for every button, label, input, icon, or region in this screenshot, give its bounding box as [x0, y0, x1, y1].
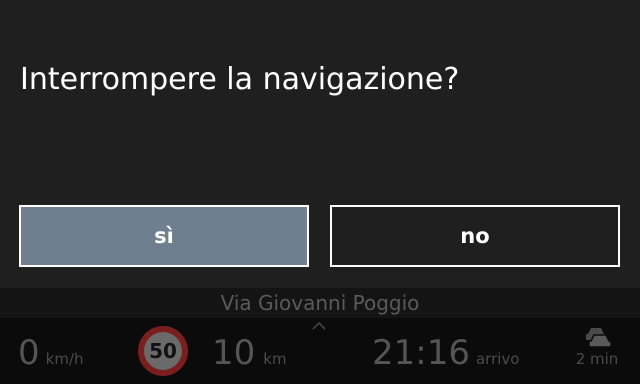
arrival-label: arrivo	[475, 350, 520, 368]
chevron-up-icon[interactable]	[312, 322, 326, 330]
street-name-bar: Via Giovanni Poggio	[0, 288, 640, 318]
street-name: Via Giovanni Poggio	[220, 291, 420, 315]
no-button[interactable]: no	[330, 205, 620, 267]
traffic-delay[interactable]: 2 min	[572, 326, 622, 368]
distance-unit: km	[263, 350, 287, 368]
yes-button[interactable]: sì	[19, 205, 309, 267]
current-speed: 0 km/h	[18, 333, 84, 373]
remaining-distance: 10 km	[212, 333, 287, 373]
current-speed-value: 0	[18, 333, 40, 373]
arrival-time: 21:16 arrivo	[372, 333, 519, 373]
arrival-time-value: 21:16	[372, 333, 470, 373]
speed-limit-sign-icon: 50	[138, 326, 188, 376]
traffic-delay-value: 2 min	[575, 350, 619, 368]
navigation-bottom-bar: 0 km/h 50 10 km 21:16 arrivo 2 min	[0, 318, 640, 384]
current-speed-unit: km/h	[45, 350, 84, 368]
dialog-title: Interrompere la navigazione?	[20, 62, 460, 97]
traffic-cars-icon	[586, 328, 612, 348]
stop-navigation-dialog: Interrompere la navigazione? sì no	[0, 0, 640, 288]
distance-value: 10	[212, 333, 256, 373]
speed-limit-value: 50	[144, 332, 182, 370]
